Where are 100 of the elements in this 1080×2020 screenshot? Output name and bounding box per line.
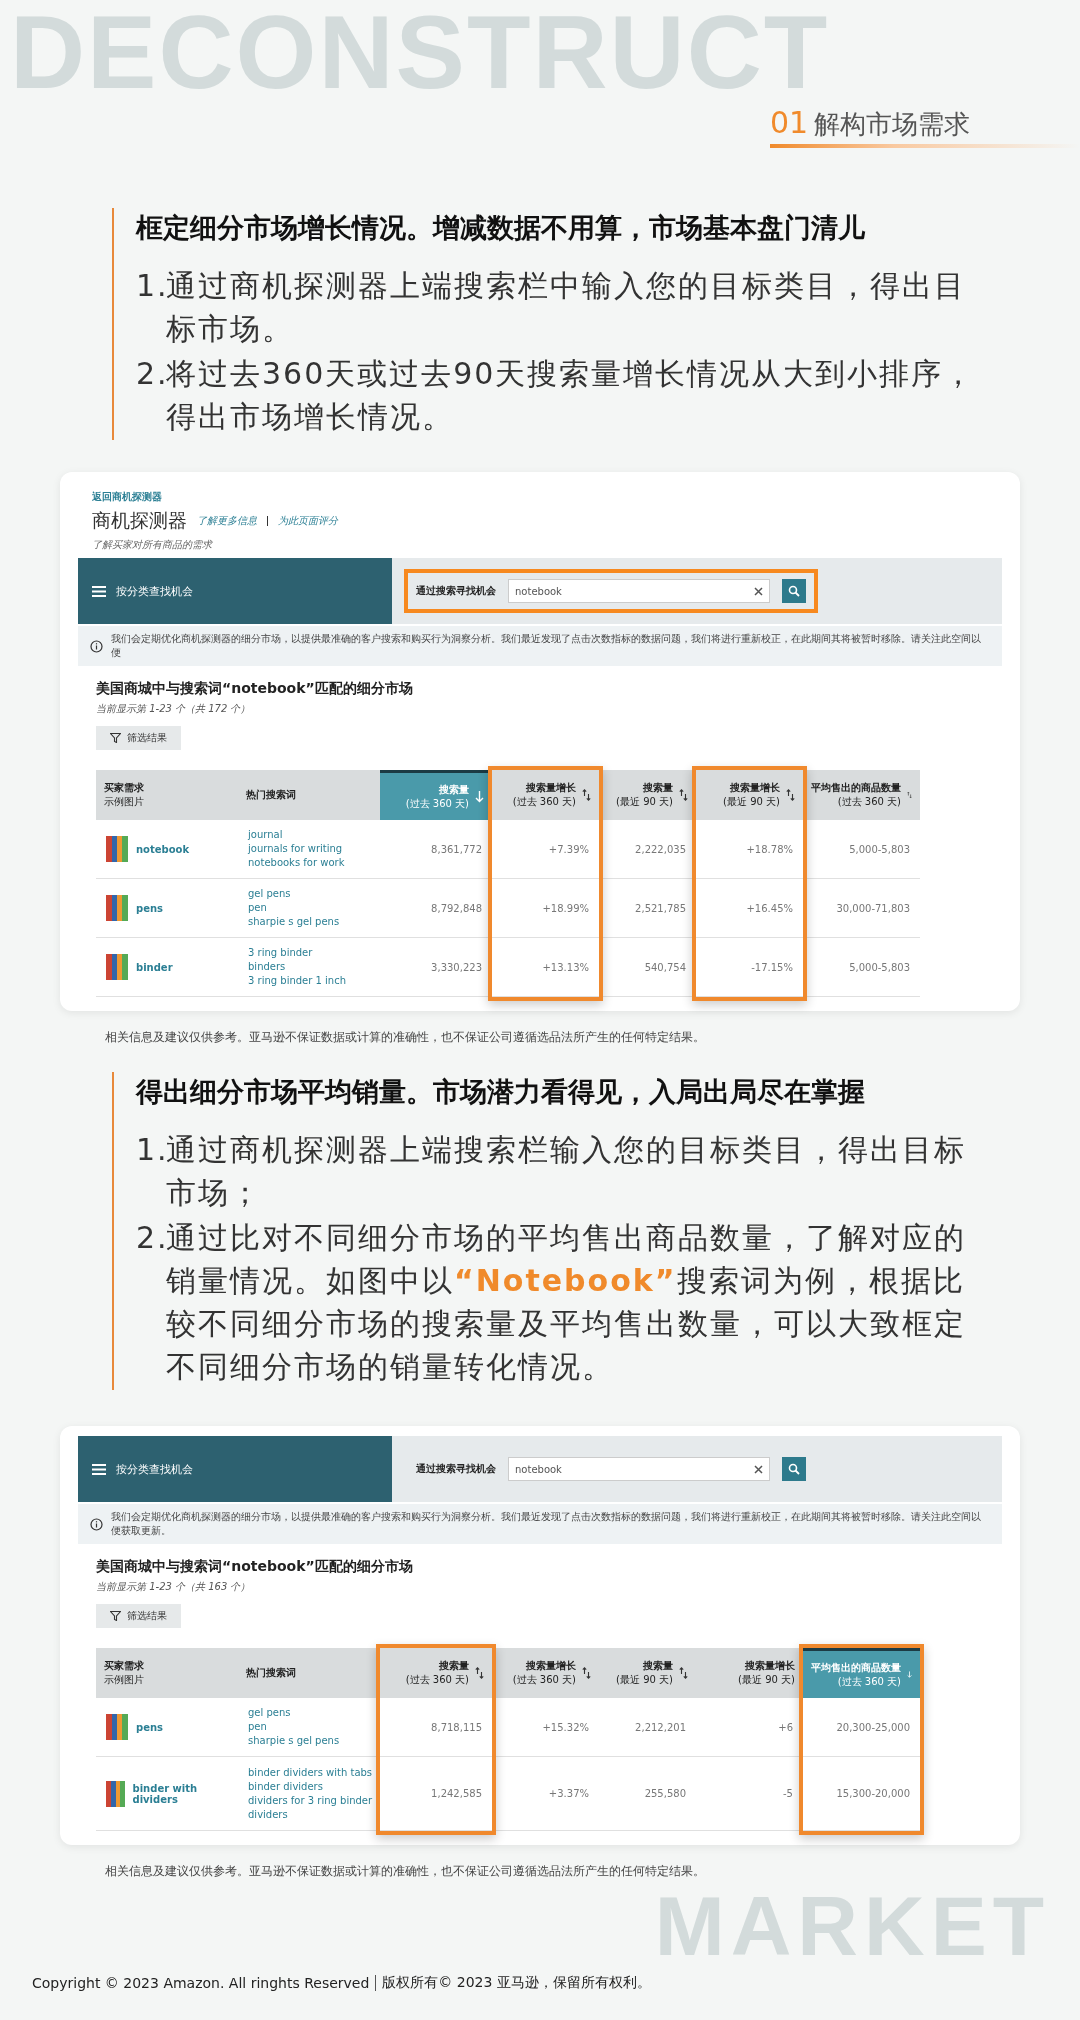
section-heading: 框定细分市场增长情况。增减数据不用算，市场基本盘门清儿 bbox=[136, 211, 866, 245]
close-icon[interactable] bbox=[754, 586, 763, 596]
app-title: 商机探测器 bbox=[92, 508, 187, 533]
column-header[interactable]: 搜索量 (过去 360 天) bbox=[380, 1648, 492, 1698]
table-cell: 15,300-20,000 bbox=[836, 1788, 910, 1799]
menu-icon bbox=[92, 585, 106, 597]
search-term-link[interactable]: binders bbox=[248, 960, 286, 974]
list-number: 2. bbox=[136, 1219, 166, 1257]
search-button[interactable] bbox=[782, 1457, 806, 1481]
header-link[interactable]: 了解更多信息 bbox=[197, 514, 257, 528]
search-term-link[interactable]: sharpie s gel pens bbox=[248, 915, 340, 929]
table-cell: 540,754 bbox=[644, 961, 686, 973]
segment-link[interactable]: pens bbox=[136, 902, 163, 914]
column-header[interactable]: 搜索量增长 (最近 90 天) bbox=[696, 770, 803, 820]
search-term-link[interactable]: binder dividers bbox=[248, 1779, 323, 1794]
segment-link[interactable]: pens bbox=[136, 1721, 163, 1733]
sort-icon bbox=[582, 789, 591, 801]
table-cell: +18.99% bbox=[542, 902, 589, 914]
sort-icon bbox=[907, 789, 912, 801]
notice-text: 我们会定期优化商机探测器的细分市场，以提供最准确的客户搜索和购买行为洞察分析。我们最近发现了点击次数指标的数据问题，我们将进行重新校正，在此期间其将被暂时移除。请关注此空间以便获取更新。 bbox=[111, 1510, 982, 1538]
table-cell: 5,000-5,803 bbox=[849, 961, 910, 973]
notice-text: 我们会定期优化商机探测器的细分市场，以提供最准确的客户搜索和购买行为洞察分析。我们最近发现了点击次数指标的数据问题，我们将进行重新校正，在此期间其将被暂时移除。请关注此空间以便 bbox=[111, 632, 982, 660]
table-cell: 3,330,223 bbox=[431, 961, 482, 973]
column-header[interactable]: 买家需求 示例图片 bbox=[96, 1648, 238, 1698]
disclaimer-text: 相关信息及建议仅供参考。亚马逊不保证数据或计算的准确性，也不保证公司遵循选品法所产生的任何特定结果。 bbox=[105, 1863, 705, 1880]
list-text: 通过商机探测器上端搜索栏输入您的目标类目，得出目标市场； bbox=[166, 1131, 967, 1212]
table-cell: 255,580 bbox=[644, 1788, 686, 1799]
sort-icon bbox=[786, 789, 795, 801]
table-cell: 30,000-71,803 bbox=[836, 902, 910, 914]
list-text: 通过商机探测器上端搜索栏中输入您的目标类目，得出目标市场。 bbox=[166, 267, 967, 348]
back-link[interactable]: 返回商机探测器 bbox=[92, 490, 162, 504]
column-header[interactable]: 搜索量增长 (过去 360 天) bbox=[492, 770, 599, 820]
product-photo-placeholder bbox=[106, 895, 128, 921]
column-header[interactable]: 买家需求 示例图片 bbox=[96, 770, 238, 820]
filter-button[interactable]: 筛选结果 bbox=[96, 726, 181, 750]
sort-icon bbox=[475, 1667, 484, 1679]
table-cell: 2,222,035 bbox=[635, 843, 686, 855]
list-text: 将过去360天或过去90天搜索量增长情况从大到小排序，得出市场增长情况。 bbox=[166, 355, 977, 436]
list-number: 1. bbox=[136, 267, 166, 305]
search-term-link[interactable]: sharpie s gel pens bbox=[248, 1734, 340, 1748]
segment-link[interactable]: notebook bbox=[136, 843, 190, 855]
list-text: 通过比对不同细分市场的平均售出商品数量，了解对应的销量情况。如图中以“Notebook”搜索词为例，根据比较不同细分市场的搜索量及平均售出数量，可以大致框定不同细分市场的销量转化情况。 bbox=[166, 1219, 967, 1386]
results-count: 当前显示第 1-23 个（共 172 个） bbox=[96, 702, 251, 716]
product-photo-placeholder bbox=[106, 954, 128, 980]
copyright-text: 版权所有© 2023 亚马逊，保留所有权利。 bbox=[382, 1974, 651, 1992]
search-term-link[interactable]: 3 ring binder bbox=[248, 946, 313, 960]
search-term-link[interactable]: pen bbox=[248, 901, 267, 915]
sort-icon bbox=[582, 1667, 591, 1679]
table-cell: +7.39% bbox=[548, 843, 589, 855]
column-header[interactable]: 平均售出的商品数量 (过去 360 天) bbox=[803, 1648, 920, 1698]
table-cell: 8,361,772 bbox=[431, 843, 482, 855]
results-title: 美国商城中与搜索词“notebook”匹配的细分市场 bbox=[96, 680, 413, 698]
table-cell: 5,000-5,803 bbox=[849, 843, 910, 855]
column-header[interactable]: 热门搜索词 bbox=[238, 770, 380, 820]
results-title: 美国商城中与搜索词“notebook”匹配的细分市场 bbox=[96, 1558, 413, 1576]
search-label: 通过搜索寻找机会 bbox=[416, 1462, 496, 1476]
search-term-link[interactable]: dividers bbox=[248, 1807, 288, 1822]
table-cell: 2,521,785 bbox=[635, 902, 686, 914]
search-term-link[interactable]: pen bbox=[248, 1720, 267, 1734]
search-icon bbox=[788, 1463, 800, 1475]
sort-icon bbox=[679, 789, 688, 801]
table-cell: -5 bbox=[783, 1788, 793, 1799]
results-count: 当前显示第 1-23 个（共 163 个） bbox=[96, 1580, 251, 1594]
filter-icon bbox=[110, 733, 121, 743]
search-icon bbox=[788, 585, 800, 597]
header-link[interactable]: 为此页面评分 bbox=[278, 514, 338, 528]
search-term-link[interactable]: gel pens bbox=[248, 1706, 291, 1720]
table-cell: 20,300-25,000 bbox=[836, 1721, 910, 1733]
section-heading: 得出细分市场平均销量。市场潜力看得见，入局出局尽在掌握 bbox=[136, 1075, 866, 1109]
category-menu[interactable]: 按分类查找机会 bbox=[78, 1436, 392, 1502]
search-label: 通过搜索寻找机会 bbox=[416, 584, 496, 598]
search-term-link[interactable]: dividers for 3 ring binder bbox=[248, 1793, 373, 1808]
search-field[interactable]: notebook bbox=[508, 579, 770, 603]
table-cell: -17.15% bbox=[751, 961, 793, 973]
segment-link[interactable]: binder with dividers bbox=[132, 1782, 228, 1805]
search-field[interactable]: notebook bbox=[508, 1457, 770, 1481]
menu-icon bbox=[92, 1463, 106, 1475]
app-subtitle: 了解买家对所有商品的需求 bbox=[92, 538, 212, 552]
search-button[interactable] bbox=[782, 579, 806, 603]
table-cell: 8,718,115 bbox=[431, 1721, 482, 1733]
product-photo-placeholder bbox=[106, 1714, 128, 1740]
table-cell: 1,242,585 bbox=[431, 1788, 482, 1799]
search-term-link[interactable]: gel pens bbox=[248, 887, 291, 901]
sort-icon bbox=[679, 1667, 688, 1679]
segment-link[interactable]: binder bbox=[136, 961, 173, 973]
search-term-link[interactable]: binder dividers with tabs bbox=[248, 1765, 373, 1780]
info-icon bbox=[90, 639, 103, 653]
close-icon[interactable] bbox=[754, 1464, 763, 1474]
list-number: 2. bbox=[136, 355, 166, 393]
disclaimer-text: 相关信息及建议仅供参考。亚马逊不保证数据或计算的准确性，也不保证公司遵循选品法所产生的任何特定结果。 bbox=[105, 1029, 705, 1046]
search-term-link[interactable]: notebooks for work bbox=[248, 856, 345, 870]
sort-down-icon bbox=[907, 1668, 912, 1681]
search-term-link[interactable]: journals for writing bbox=[248, 842, 343, 856]
category-menu[interactable]: 按分类查找机会 bbox=[78, 558, 392, 624]
column-header[interactable]: 搜索量 (最近 90 天) bbox=[599, 1648, 696, 1698]
filter-icon bbox=[110, 1611, 121, 1621]
sort-down-icon bbox=[475, 790, 484, 803]
search-term-link[interactable]: journal bbox=[248, 828, 283, 842]
filter-button[interactable]: 筛选结果 bbox=[96, 1604, 181, 1628]
search-term-link[interactable]: 3 ring binder 1 inch bbox=[248, 974, 347, 988]
